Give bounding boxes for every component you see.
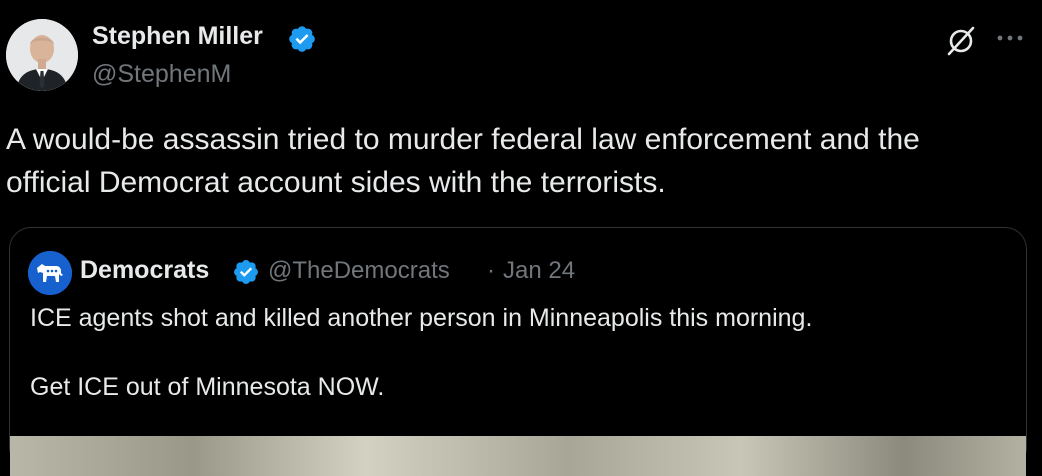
- quoted-text-line: ICE agents shot and killed another perso…: [30, 304, 813, 332]
- tweet-text: A would-be assassin tried to murder fede…: [6, 118, 1026, 204]
- avatar[interactable]: [6, 19, 78, 91]
- more-icon[interactable]: [996, 33, 1024, 43]
- verified-badge-icon: [234, 260, 258, 284]
- author-name[interactable]: Stephen Miller: [92, 22, 263, 51]
- democrats-avatar[interactable]: [28, 251, 72, 295]
- author-handle[interactable]: @StephenM: [92, 60, 231, 89]
- quoted-author-name[interactable]: Democrats: [80, 256, 209, 285]
- quoted-date[interactable]: Jan 24: [503, 257, 575, 285]
- tweet-text-line: official Democrat account sides with the…: [6, 166, 666, 199]
- tweet: Stephen Miller @StephenM A would-be assa…: [0, 0, 1042, 476]
- verified-badge-icon: [289, 26, 315, 52]
- quoted-text-line: Get ICE out of Minnesota NOW.: [30, 373, 385, 401]
- quoted-tweet[interactable]: Democrats @TheDemocrats · Jan 24 ICE age…: [9, 227, 1027, 476]
- separator-dot: ·: [487, 257, 495, 284]
- donkey-logo-icon: [28, 251, 72, 295]
- tweet-text-line: A would-be assassin tried to murder fede…: [6, 123, 920, 156]
- quoted-media-image[interactable]: [10, 436, 1026, 476]
- grok-icon[interactable]: [945, 25, 977, 57]
- quoted-author-handle[interactable]: @TheDemocrats: [268, 257, 450, 285]
